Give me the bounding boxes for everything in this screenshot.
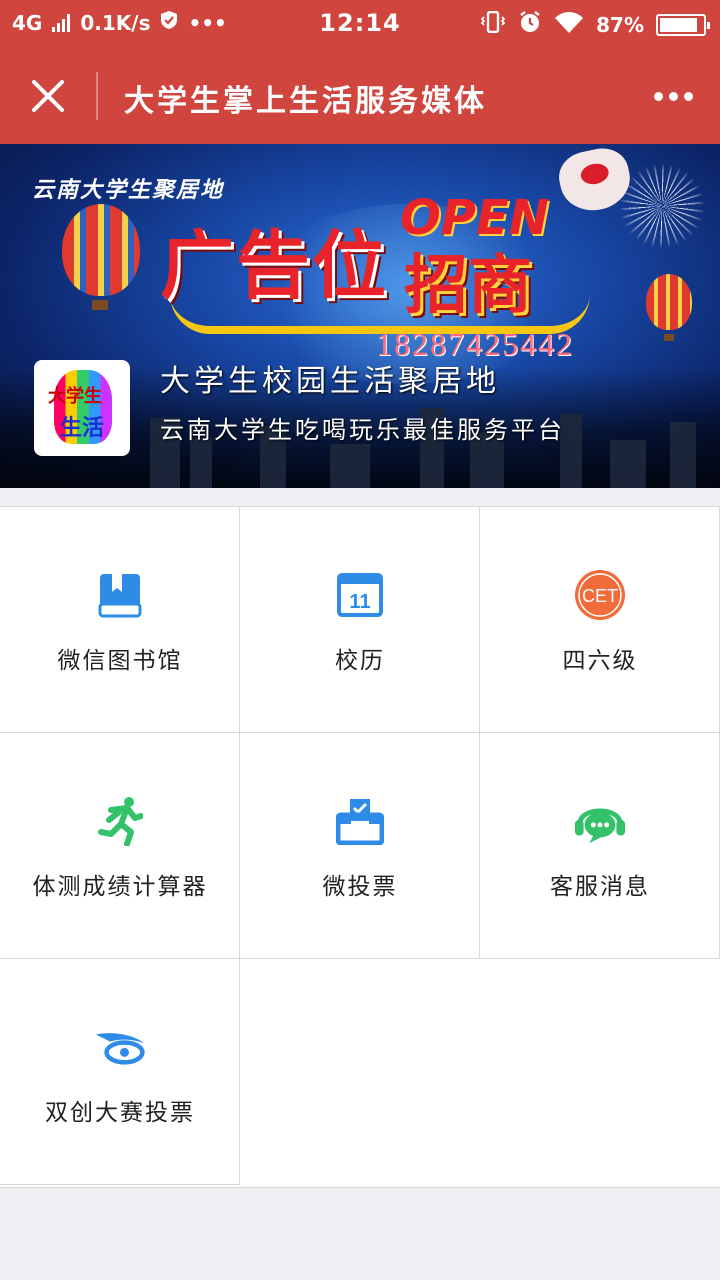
grid-item-label: 校历 bbox=[335, 648, 385, 674]
banner-caption: 云南大学生聚居地 bbox=[32, 178, 225, 203]
cet-icon-text: CET bbox=[582, 586, 618, 606]
battery-percent: 87% bbox=[596, 12, 644, 37]
battery-icon bbox=[656, 13, 710, 36]
status-right: 87% bbox=[480, 10, 710, 39]
banner-title: 大学生校园生活聚居地 bbox=[160, 364, 500, 399]
top-bar: 4G 0.1K/s ••• 12:14 87% 大学生掌上生活服务媒体 bbox=[0, 0, 720, 144]
grid-item-customer-service[interactable]: 客服消息 bbox=[480, 733, 720, 959]
ad-banner[interactable]: 云南大学生聚居地 广告位 OPEN 招商 18287425442 大学生 生活 … bbox=[0, 144, 720, 488]
status-bar: 4G 0.1K/s ••• 12:14 87% bbox=[0, 0, 720, 48]
account-logo[interactable]: 大学生 生活 bbox=[34, 360, 130, 456]
hot-air-balloon-decoration bbox=[62, 204, 140, 296]
nav-bar: 大学生掌上生活服务媒体 bbox=[0, 48, 720, 144]
close-button[interactable] bbox=[22, 70, 74, 122]
alarm-icon bbox=[518, 10, 542, 39]
grid-item-cet[interactable]: CET 四六级 bbox=[480, 507, 720, 733]
ballot-box-icon bbox=[334, 795, 386, 847]
grid-item-label: 体测成绩计算器 bbox=[32, 874, 208, 900]
swoosh-logo-icon bbox=[94, 1021, 146, 1073]
logo-text-line1: 大学生 bbox=[48, 386, 102, 407]
wifi-icon bbox=[554, 11, 584, 38]
more-dots-icon bbox=[653, 91, 693, 101]
firework-decoration bbox=[620, 164, 704, 248]
running-icon bbox=[94, 795, 146, 847]
grid-item-label: 微投票 bbox=[322, 874, 398, 900]
grid-item-label: 客服消息 bbox=[550, 874, 650, 900]
more-button[interactable] bbox=[648, 78, 698, 114]
calendar-icon: 11 bbox=[334, 569, 386, 621]
grid-item-label: 双创大赛投票 bbox=[45, 1100, 195, 1126]
grid-item-label: 四六级 bbox=[562, 648, 638, 674]
ad-main-text: 广告位 bbox=[160, 223, 388, 309]
page-title: 大学生掌上生活服务媒体 bbox=[124, 84, 487, 119]
calendar-icon-text: 11 bbox=[349, 591, 370, 613]
grid-item-library[interactable]: 微信图书馆 bbox=[0, 507, 240, 733]
headset-chat-icon bbox=[574, 795, 626, 847]
book-icon bbox=[94, 569, 146, 621]
grid-item-fitness-calculator[interactable]: 体测成绩计算器 bbox=[0, 733, 240, 959]
close-icon bbox=[32, 80, 64, 112]
ad-zhaoshang-text: 招商 bbox=[404, 248, 532, 323]
vibrate-icon bbox=[480, 10, 506, 38]
grid-item-vote[interactable]: 微投票 bbox=[240, 733, 480, 959]
cet-icon: CET bbox=[574, 569, 626, 621]
logo-text-line2: 生活 bbox=[60, 415, 105, 441]
banner-subtitle: 云南大学生吃喝玩乐最佳服务平台 bbox=[160, 416, 565, 444]
hot-air-balloon-decoration bbox=[646, 274, 692, 330]
grid-item-innovation-contest-vote[interactable]: 双创大赛投票 bbox=[0, 959, 240, 1185]
service-grid: 微信图书馆 11 校历 CET 四六级 体测成绩计算器 微投票 客服消息 双创大… bbox=[0, 506, 720, 1188]
grid-item-label: 微信图书馆 bbox=[57, 648, 183, 674]
grid-item-school-calendar[interactable]: 11 校历 bbox=[240, 507, 480, 733]
nav-divider bbox=[96, 72, 98, 120]
